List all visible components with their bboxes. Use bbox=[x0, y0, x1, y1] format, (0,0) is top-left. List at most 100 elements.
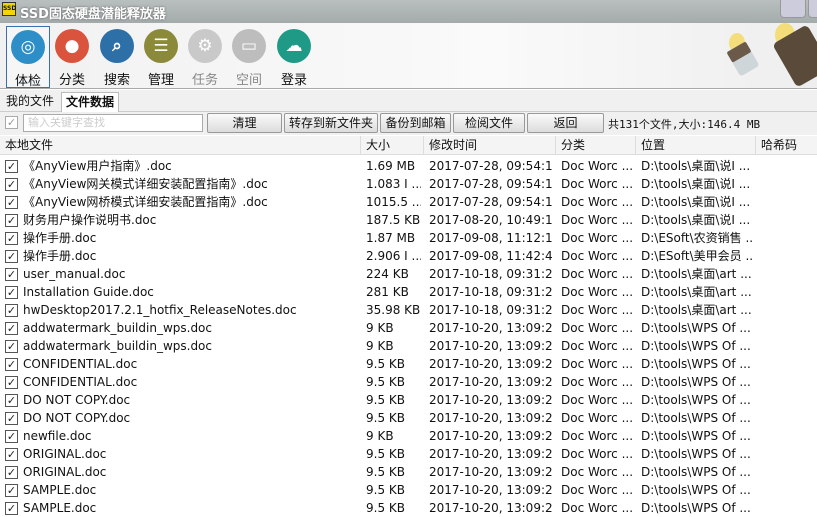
file-size: 9.5 KB bbox=[366, 411, 405, 425]
category: Doc Worc ... bbox=[561, 429, 633, 443]
table-row[interactable]: ✓ 操作手册.doc 1.87 MB 2017-09-08, 11:12:19 Doc … bbox=[0, 229, 817, 247]
row-checkbox[interactable]: ✓ bbox=[5, 160, 18, 173]
table-row[interactable]: ✓ hwDesktop2017.2.1_hotfix_ReleaseNotes.d… bbox=[0, 301, 817, 319]
row-checkbox[interactable]: ✓ bbox=[5, 196, 18, 209]
toolbar-button-5[interactable]: ▭ 空间 bbox=[227, 26, 271, 88]
location: D:\ESoft\美甲会员 ... bbox=[641, 249, 753, 263]
row-checkbox[interactable]: ✓ bbox=[5, 340, 18, 353]
column-header-modified[interactable]: 修改时间 bbox=[423, 136, 555, 155]
modified-time: 2017-10-20, 13:09:23 bbox=[429, 501, 553, 515]
search-icon: ⌕ bbox=[100, 29, 134, 63]
column-header-location[interactable]: 位置 bbox=[635, 136, 755, 155]
select-all-checkbox[interactable]: ✓ bbox=[5, 116, 18, 129]
row-checkbox[interactable]: ✓ bbox=[5, 214, 18, 227]
file-name: CONFIDENTIAL.doc bbox=[23, 357, 138, 371]
location: D:\tools\WPS Of ... bbox=[641, 375, 751, 389]
row-checkbox[interactable]: ✓ bbox=[5, 502, 18, 515]
location: D:\tools\WPS Of ... bbox=[641, 501, 751, 515]
row-checkbox[interactable]: ✓ bbox=[5, 304, 18, 317]
column-header-category[interactable]: 分类 bbox=[555, 136, 635, 155]
table-row[interactable]: ✓ Installation Guide.doc 281 KB 2017-10-18,… bbox=[0, 283, 817, 301]
category: Doc Worc ... bbox=[561, 375, 633, 389]
ssd-hdd-decoration-icon bbox=[727, 23, 817, 86]
modified-time: 2017-10-20, 13:09:23 bbox=[429, 465, 553, 479]
location: D:\tools\WPS Of ... bbox=[641, 411, 751, 425]
table-row[interactable]: ✓ CONFIDENTIAL.doc 9.5 KB 2017-10-20, 13:09… bbox=[0, 373, 817, 391]
window-title: SSD固态硬盘潜能释放器 bbox=[20, 7, 166, 22]
table-row[interactable]: ✓ addwatermark_buildin_wps.doc 9 KB 2017-10… bbox=[0, 319, 817, 337]
row-checkbox[interactable]: ✓ bbox=[5, 466, 18, 479]
table-row[interactable]: ✓ 财务用户操作说明书.doc 187.5 KB 2017-08-20, 10:49:… bbox=[0, 211, 817, 229]
category: Doc Worc ... bbox=[561, 321, 633, 335]
row-checkbox[interactable]: ✓ bbox=[5, 412, 18, 425]
table-row[interactable]: ✓ SAMPLE.doc 9.5 KB 2017-10-20, 13:09:23 Doc… bbox=[0, 481, 817, 499]
table-row[interactable]: ✓ ORIGINAL.doc 9.5 KB 2017-10-20, 13:09:23 D… bbox=[0, 445, 817, 463]
tab-file-data[interactable]: 文件数据 bbox=[61, 92, 120, 112]
row-checkbox[interactable]: ✓ bbox=[5, 484, 18, 497]
file-name: ORIGINAL.doc bbox=[23, 447, 107, 461]
row-checkbox[interactable]: ✓ bbox=[5, 232, 18, 245]
close-button[interactable] bbox=[808, 0, 817, 18]
toolbar-button-3[interactable]: ☰ 管理 bbox=[139, 26, 183, 88]
row-checkbox[interactable]: ✓ bbox=[5, 322, 18, 335]
toolbar-label: 体检 bbox=[14, 74, 41, 89]
location: D:\tools\WPS Of ... bbox=[641, 393, 751, 407]
minimize-button[interactable] bbox=[780, 0, 806, 18]
table-row[interactable]: ✓ 《AnyView网桥模式详细安装配置指南》.doc 1015.5 ... 2017… bbox=[0, 193, 817, 211]
table-row[interactable]: ✓ addwatermark_buildin_wps.doc 9 KB 2017-10… bbox=[0, 337, 817, 355]
card-icon: ▭ bbox=[232, 29, 266, 63]
clean-button[interactable]: 清理 bbox=[207, 113, 282, 133]
row-checkbox[interactable]: ✓ bbox=[5, 430, 18, 443]
file-size: 9.5 KB bbox=[366, 465, 405, 479]
toolbar-button-2[interactable]: ⌕ 搜索 bbox=[95, 26, 139, 88]
row-checkbox[interactable]: ✓ bbox=[5, 250, 18, 263]
category: Doc Worc ... bbox=[561, 447, 633, 461]
table-row[interactable]: ✓ ORIGINAL.doc 9.5 KB 2017-10-20, 13:09:23 D… bbox=[0, 463, 817, 481]
toolbar-button-0[interactable]: ◎ 体检 bbox=[6, 26, 50, 89]
file-size: 9.5 KB bbox=[366, 393, 405, 407]
toolbar-button-4[interactable]: ⚙ 任务 bbox=[183, 26, 227, 88]
toolbar-button-1[interactable]: ● 分类 bbox=[50, 26, 94, 88]
table-row[interactable]: ✓ SAMPLE.doc 9.5 KB 2017-10-20, 13:09:23 Doc… bbox=[0, 499, 817, 517]
toolbar: ◎ 体检 ● 分类 ⌕ 搜索 ☰ 管理 ⚙ 任务 ▭ 空间 ☁ 登录 bbox=[0, 23, 817, 89]
backup-to-email-button[interactable]: 备份到邮箱 bbox=[380, 113, 451, 133]
column-header-file[interactable]: 本地文件 bbox=[0, 136, 360, 155]
modified-time: 2017-10-20, 13:09:23 bbox=[429, 393, 553, 407]
modified-time: 2017-10-20, 13:09:23 bbox=[429, 483, 553, 497]
toolbar-label: 登录 bbox=[280, 73, 307, 88]
toolbar-label: 分类 bbox=[58, 73, 85, 88]
review-files-button[interactable]: 检阅文件 bbox=[453, 113, 525, 133]
row-checkbox[interactable]: ✓ bbox=[5, 376, 18, 389]
search-input[interactable]: 输入关键字查找 bbox=[23, 114, 203, 132]
file-summary: 共131个文件,大小:146.4 MB bbox=[608, 118, 761, 131]
table-row[interactable]: ✓ DO NOT COPY.doc 9.5 KB 2017-10-20, 13:09:… bbox=[0, 391, 817, 409]
modified-time: 2017-10-20, 13:09:23 bbox=[429, 339, 553, 353]
table-row[interactable]: ✓ 《AnyView网关模式详细安装配置指南》.doc 1.083 I ... 201… bbox=[0, 175, 817, 193]
tab-my-files[interactable]: 我的文件 bbox=[2, 92, 58, 112]
row-checkbox[interactable]: ✓ bbox=[5, 358, 18, 371]
column-header-hash[interactable]: 哈希码 bbox=[755, 136, 817, 155]
file-name: CONFIDENTIAL.doc bbox=[23, 375, 138, 389]
row-checkbox[interactable]: ✓ bbox=[5, 286, 18, 299]
modified-time: 2017-09-08, 11:42:44 bbox=[429, 249, 553, 263]
row-checkbox[interactable]: ✓ bbox=[5, 268, 18, 281]
modified-time: 2017-10-18, 09:31:25 bbox=[429, 285, 553, 299]
modified-time: 2017-10-20, 13:09:23 bbox=[429, 429, 553, 443]
table-row[interactable]: ✓ DO NOT COPY.doc 9.5 KB 2017-10-20, 13:09:… bbox=[0, 409, 817, 427]
table-row[interactable]: ✓ 操作手册.doc 2.906 I ... 2017-09-08, 11:42:44… bbox=[0, 247, 817, 265]
row-checkbox[interactable]: ✓ bbox=[5, 394, 18, 407]
table-row[interactable]: ✓ user_manual.doc 224 KB 2017-10-18, 09:31:… bbox=[0, 265, 817, 283]
column-header-size[interactable]: 大小 bbox=[360, 136, 423, 155]
save-to-new-folder-button[interactable]: 转存到新文件夹 bbox=[284, 113, 378, 133]
table-row[interactable]: ✓ newfile.doc 9 KB 2017-10-20, 13:09:23 Doc … bbox=[0, 427, 817, 445]
table-row[interactable]: ✓ 《AnyView用户指南》.doc 1.69 MB 2017-07-28, 09:… bbox=[0, 157, 817, 175]
table-row[interactable]: ✓ CONFIDENTIAL.doc 9.5 KB 2017-10-20, 13:09… bbox=[0, 355, 817, 373]
toolbar-button-6[interactable]: ☁ 登录 bbox=[272, 26, 316, 88]
back-button[interactable]: 返回 bbox=[527, 113, 604, 133]
file-size: 9.5 KB bbox=[366, 447, 405, 461]
modified-time: 2017-10-18, 09:31:27 bbox=[429, 303, 553, 317]
file-size: 9.5 KB bbox=[366, 375, 405, 389]
row-checkbox[interactable]: ✓ bbox=[5, 178, 18, 191]
row-checkbox[interactable]: ✓ bbox=[5, 448, 18, 461]
modified-time: 2017-10-20, 13:09:23 bbox=[429, 447, 553, 461]
